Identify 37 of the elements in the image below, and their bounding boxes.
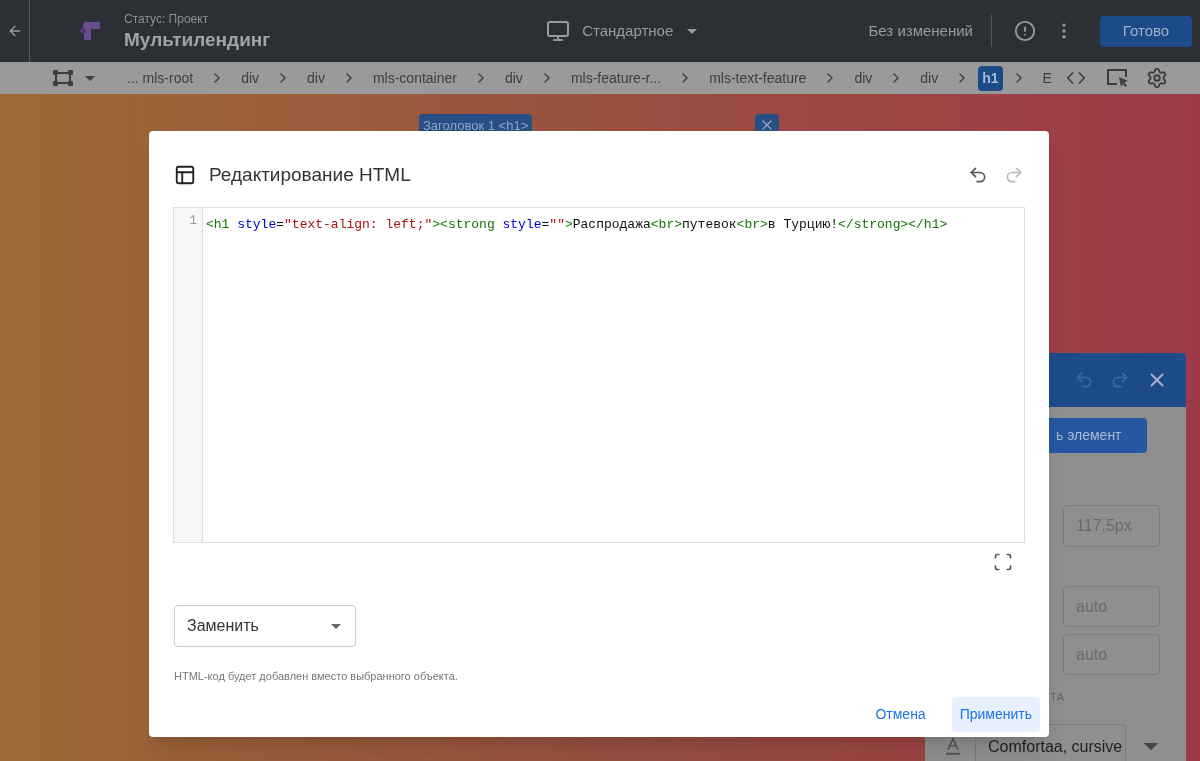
breadcrumb-item[interactable]: div [912, 67, 947, 89]
project-title: Мультилендинг [124, 28, 271, 52]
breadcrumb-item[interactable]: div [846, 67, 881, 89]
breadcrumb-item[interactable]: div [496, 67, 531, 89]
code-line: <h1 style="text-align: left;"><strong style="">Распродажа<br>путевок<br>в Турцию!</strong></h1> [206, 217, 948, 232]
caret-icon [85, 75, 95, 81]
status-label: Статус: Проект [124, 11, 210, 29]
save-status: Без изменений [868, 20, 973, 41]
mode-select[interactable]: Заменить [174, 605, 356, 647]
line-number: 1 [189, 212, 197, 230]
window-icon [174, 164, 196, 186]
hint-text: HTML-код будет добавлен вместо выбранного объекта. [174, 669, 459, 684]
alert-icon[interactable] [1014, 20, 1036, 42]
breadcrumb-item[interactable]: mls-feature-r... [562, 67, 670, 89]
breadcrumb-item[interactable]: div [233, 67, 268, 89]
caret-icon [687, 28, 698, 34]
cancel-button[interactable]: Отмена [865, 696, 936, 732]
done-button[interactable]: Готово [1100, 15, 1192, 47]
select-element-icon[interactable] [1105, 68, 1130, 88]
fullscreen-icon[interactable] [993, 552, 1013, 572]
dialog-title: Редактирование HTML [209, 162, 411, 187]
undo-icon[interactable] [968, 165, 988, 185]
font-icon [946, 738, 960, 755]
breadcrumb-item[interactable]: mls-text-feature [701, 67, 815, 89]
breadcrumb-item[interactable]: div [299, 67, 333, 89]
breadcrumb-item[interactable]: h1 [978, 65, 1003, 91]
caret-icon [1143, 742, 1159, 751]
caret-icon [331, 623, 341, 629]
settings-icon[interactable] [1145, 67, 1168, 89]
monitor-icon [546, 19, 571, 43]
breadcrumb-item[interactable]: ... mls-root [119, 67, 202, 89]
apply-button[interactable]: Применить [951, 696, 1040, 732]
code-editor[interactable]: 1 <h1 style="text-align: left;"><strong style="">Распродажа<br>путевок<br>в Турцию!</strong></h1> [173, 207, 1025, 543]
breadcrumb-item[interactable]: mls-container [364, 67, 465, 89]
breadcrumb-item[interactable]: E [1034, 67, 1060, 89]
frame-icon[interactable] [53, 70, 73, 86]
view-dropdown[interactable]: Стандартное [546, 19, 698, 43]
